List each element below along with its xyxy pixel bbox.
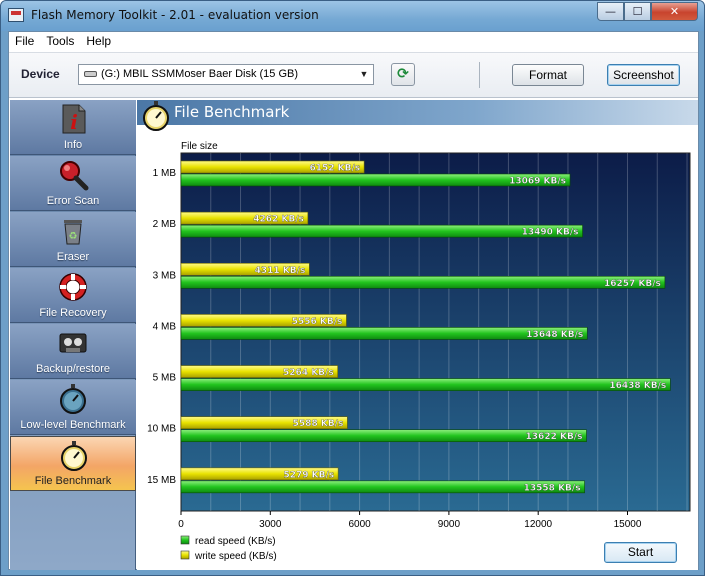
minimize-button[interactable]: — <box>597 2 624 21</box>
sidebar-item-eraser[interactable]: ♻ Eraser <box>10 212 136 267</box>
drive-icon <box>84 71 97 77</box>
app-window: Flash Memory Toolkit - 2.01 - evaluation… <box>0 0 705 576</box>
device-select[interactable]: (G:) MBIL SSMMoser Baer Disk (15 GB) ▼ <box>78 64 374 85</box>
write-bar-label: 6152 KB/s <box>309 164 360 174</box>
x-tick-label: 12000 <box>524 519 552 530</box>
x-tick-label: 15000 <box>614 519 642 530</box>
category-label: 10 MB <box>147 424 176 435</box>
title-bar[interactable]: Flash Memory Toolkit - 2.01 - evaluation… <box>1 1 704 31</box>
sidebar-item-low-level-benchmark[interactable]: Low-level Benchmark <box>10 380 136 435</box>
device-select-value: (G:) MBIL SSMMoser Baer Disk (15 GB) <box>101 68 299 80</box>
sidebar-item-label: Info <box>63 139 83 151</box>
sidebar-item-error-scan[interactable]: Error Scan <box>10 156 136 211</box>
read-bar-label: 13622 KB/s <box>526 432 583 442</box>
benchmark-chart: File size 1 MB 6152 KB/s 13069 KB/s 2 MB 4262… <box>137 136 698 570</box>
x-tick-label: 9000 <box>438 519 461 530</box>
read-bar-label: 13648 KB/s <box>526 330 583 340</box>
panel-header: File Benchmark <box>137 100 698 131</box>
magnifier-icon <box>60 161 89 191</box>
category-label: 2 MB <box>153 219 177 230</box>
y-axis-label: File size <box>181 141 218 152</box>
category-label: 3 MB <box>153 270 177 281</box>
window-title: Flash Memory Toolkit - 2.01 - evaluation… <box>31 8 319 22</box>
stopwatch-icon <box>61 441 87 471</box>
sidebar-item-label: Error Scan <box>46 195 100 207</box>
format-button[interactable]: Format <box>512 64 584 86</box>
read-bar-label: 13069 KB/s <box>509 177 566 187</box>
read-bar <box>180 275 666 289</box>
tape-icon <box>59 333 87 353</box>
refresh-button[interactable]: ⟳ <box>391 63 415 86</box>
lifebuoy-icon <box>59 273 87 301</box>
device-label: Device <box>21 67 60 81</box>
sidebar-item-file-recovery[interactable]: File Recovery <box>10 268 136 323</box>
write-bar-label: 5279 KB/s <box>283 470 334 480</box>
svg-text:i: i <box>70 110 78 134</box>
svg-text:♻: ♻ <box>69 231 78 242</box>
sidebar-item-label: Backup/restore <box>36 363 110 375</box>
sidebar-item-label: File Recovery <box>39 307 107 319</box>
category-label: 4 MB <box>153 321 177 332</box>
menu-help[interactable]: Help <box>80 32 117 52</box>
info-icon: i <box>62 104 86 134</box>
x-tick-label: 6000 <box>348 519 371 530</box>
sidebar-item-label: Eraser <box>56 251 90 263</box>
sidebar-item-label: File Benchmark <box>34 475 112 487</box>
sidebar-item-info[interactable]: i Info <box>10 100 136 155</box>
sidebar-item-backup-restore[interactable]: Backup/restore <box>10 324 136 379</box>
client-area: File Tools Help Device (G:) MBIL SSMMose… <box>8 31 699 570</box>
chart-svg: File size 1 MB 6152 KB/s 13069 KB/s 2 MB 4262… <box>147 141 691 562</box>
toolbar-separator <box>479 62 480 88</box>
sidebar-item-label: Low-level Benchmark <box>20 419 126 431</box>
chevron-down-icon[interactable]: ▼ <box>356 66 372 83</box>
maximize-button[interactable]: ☐ <box>624 2 651 21</box>
read-bar-label: 16438 KB/s <box>609 381 666 391</box>
start-button[interactable]: Start <box>604 542 677 563</box>
app-icon <box>8 8 24 22</box>
category-label: 15 MB <box>147 475 176 486</box>
sidebar: i Info Error Scan ♻ Eraser File Recovery… <box>10 100 136 570</box>
x-tick-label: 0 <box>178 519 184 530</box>
read-bar-label: 13490 KB/s <box>522 228 579 238</box>
screenshot-button[interactable]: Screenshot <box>607 64 680 86</box>
legend-swatch <box>180 550 190 560</box>
menu-tools[interactable]: Tools <box>40 32 80 52</box>
write-bar-label: 4262 KB/s <box>253 215 304 225</box>
refresh-icon: ⟳ <box>397 66 409 82</box>
menu-bar: File Tools Help <box>9 32 698 52</box>
read-bar-label: 13558 KB/s <box>524 483 581 493</box>
category-label: 5 MB <box>153 373 177 384</box>
write-bar-label: 5556 KB/s <box>292 317 343 327</box>
benchmark-panel: File Benchmark File size 1 MB 6152 KB/s 130… <box>137 100 698 570</box>
legend-swatch <box>180 535 190 545</box>
stopwatch-icon <box>60 384 86 414</box>
sidebar-item-file-benchmark[interactable]: File Benchmark <box>10 436 136 491</box>
stopwatch-icon <box>143 101 169 131</box>
read-bar-label: 16257 KB/s <box>604 279 661 289</box>
recycle-bin-icon: ♻ <box>64 220 82 245</box>
menu-file[interactable]: File <box>9 32 40 52</box>
category-label: 1 MB <box>153 168 177 179</box>
legend-label: read speed (KB/s) <box>195 536 276 547</box>
write-bar-label: 5264 KB/s <box>283 368 334 378</box>
close-button[interactable]: ✕ <box>651 2 698 21</box>
write-bar-label: 5588 KB/s <box>293 419 344 429</box>
page-title: File Benchmark <box>174 103 290 121</box>
write-bar-label: 4311 KB/s <box>255 266 306 276</box>
toolbar: Device (G:) MBIL SSMMoser Baer Disk (15 … <box>9 52 698 98</box>
legend-label: write speed (KB/s) <box>194 551 277 562</box>
x-tick-label: 3000 <box>259 519 282 530</box>
read-bar <box>180 378 671 391</box>
